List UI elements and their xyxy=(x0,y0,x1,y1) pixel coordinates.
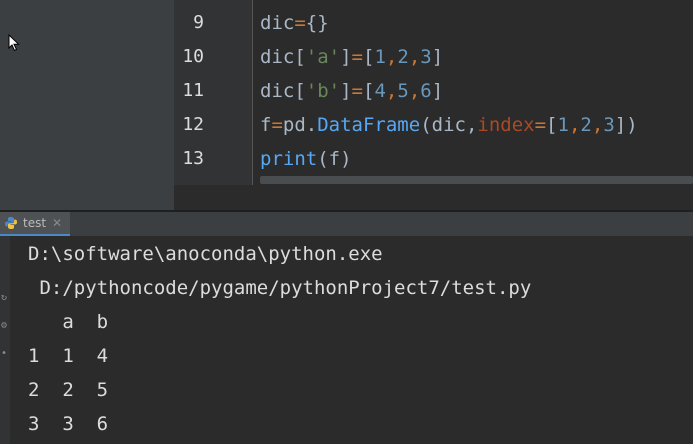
code-token: ] xyxy=(340,46,352,68)
code-token: 1 xyxy=(374,46,386,68)
console-output-line: a b xyxy=(28,311,109,333)
line-number: 13 xyxy=(182,148,204,169)
settings-icon[interactable]: ⚙ xyxy=(1,320,7,331)
code-token: (dic, xyxy=(420,114,478,136)
line-number: 9 xyxy=(193,12,204,33)
python-icon xyxy=(5,217,17,229)
console-output-line: D:/pythoncode/pygame/pythonProject7/test… xyxy=(28,277,532,299)
code-token: [ xyxy=(546,114,558,136)
code-token: [ xyxy=(363,46,375,68)
code-line-12[interactable]: f=pd.DataFrame(dic,index=[1,2,3]) xyxy=(260,108,638,142)
code-token: f xyxy=(260,114,272,136)
code-token: 6 xyxy=(420,80,432,102)
code-line-9[interactable]: dic={} xyxy=(260,6,329,40)
code-token: , xyxy=(385,46,398,68)
code-token: , xyxy=(385,80,398,102)
code-token: [ xyxy=(363,80,375,102)
code-token: ] xyxy=(340,80,352,102)
code-token: 5 xyxy=(397,80,409,102)
code-token: (f) xyxy=(317,148,352,170)
code-token: ] xyxy=(431,46,444,68)
code-token: = xyxy=(351,80,363,102)
console-output-line: 2 2 5 xyxy=(28,379,109,401)
line-number: 10 xyxy=(182,46,204,67)
code-token: 'b' xyxy=(305,80,341,102)
tab-run-test[interactable]: test ✕ xyxy=(0,212,71,236)
project-panel[interactable] xyxy=(0,0,174,210)
run-tab-bar xyxy=(0,212,693,236)
code-line-10[interactable]: dic['a']=[1,2,3] xyxy=(260,40,443,74)
console-output-line: D:\software\anoconda\python.exe xyxy=(28,243,383,265)
code-token: DataFrame xyxy=(317,114,421,136)
code-token: dic[ xyxy=(260,80,306,102)
code-token: 2 xyxy=(397,46,409,68)
code-token: , xyxy=(408,80,421,102)
code-token: , xyxy=(408,46,421,68)
code-token: = xyxy=(351,46,363,68)
close-icon[interactable]: ✕ xyxy=(52,216,62,230)
code-line-13[interactable]: print(f) xyxy=(260,142,352,176)
line-number: 12 xyxy=(182,114,204,135)
code-token: = xyxy=(294,12,306,34)
console-output-line: 3 3 6 xyxy=(28,413,109,435)
code-token: = xyxy=(271,114,283,136)
run-tab-label: test xyxy=(23,216,47,230)
code-token: = xyxy=(534,114,547,136)
code-line-11[interactable]: dic['b']=[4,5,6] xyxy=(260,74,443,108)
code-token: dic xyxy=(260,12,295,34)
code-token: , xyxy=(568,114,581,136)
console-toolbar: ↻ ⚙ • xyxy=(0,236,10,444)
code-token: 3 xyxy=(420,46,432,68)
gutter-divider xyxy=(252,0,253,185)
code-token: , xyxy=(591,114,604,136)
horizontal-scrollbar[interactable] xyxy=(260,176,693,184)
console-output-line: 1 1 4 xyxy=(28,345,109,367)
pin-icon[interactable]: • xyxy=(1,348,7,359)
code-token: ]) xyxy=(614,114,638,136)
line-number: 11 xyxy=(182,80,204,101)
code-token: 3 xyxy=(603,114,615,136)
code-token: print xyxy=(260,148,318,170)
code-token: 4 xyxy=(374,80,386,102)
code-token: {} xyxy=(305,12,329,34)
code-token: dic[ xyxy=(260,46,306,68)
code-token: ] xyxy=(431,80,444,102)
mouse-cursor-icon xyxy=(8,34,20,52)
code-token: 1 xyxy=(557,114,569,136)
code-token: index xyxy=(477,114,535,136)
code-token: pd. xyxy=(282,114,318,136)
code-token: 2 xyxy=(580,114,592,136)
code-token: 'a' xyxy=(305,46,341,68)
rerun-icon[interactable]: ↻ xyxy=(1,292,7,303)
